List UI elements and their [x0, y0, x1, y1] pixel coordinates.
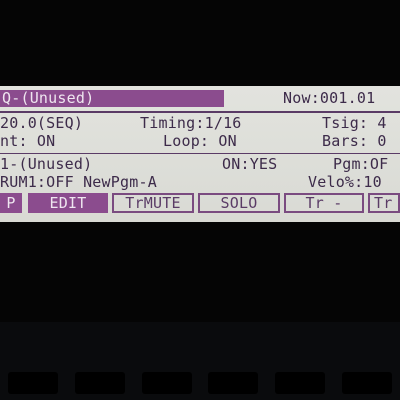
count-field[interactable]: nt: ON [0, 133, 55, 150]
hardware-button[interactable] [274, 372, 325, 394]
velocity-field[interactable]: Velo%:10 [308, 174, 382, 191]
bars-field[interactable]: Bars: 0 [322, 133, 387, 150]
divider [0, 153, 400, 154]
hardware-button[interactable] [208, 372, 259, 394]
hardware-button[interactable] [141, 372, 192, 394]
loop-field[interactable]: Loop: ON [163, 133, 237, 150]
sequence-row: Q-(Unused) Now:001.01 [0, 90, 400, 108]
softkey-solo[interactable]: SOLO [198, 193, 280, 213]
softkey-step[interactable]: P [0, 193, 22, 213]
track-name-field[interactable]: 1-(Unused) [0, 156, 92, 173]
hardware-button[interactable] [341, 372, 392, 394]
track-row: 1-(Unused) ON:YES Pgm:OF [0, 156, 400, 174]
program-field[interactable]: Pgm:OF [333, 156, 388, 173]
drum-row: RUM1:OFF NewPgm-A Velo%:10 [0, 174, 400, 192]
hardware-button[interactable] [74, 372, 125, 394]
divider [0, 111, 400, 113]
softkey-track-next[interactable]: Tr [368, 193, 400, 213]
now-position: Now:001.01 [283, 89, 376, 107]
sequence-name-field[interactable]: Q-(Unused) [0, 90, 224, 107]
soft-key-bar: P EDIT TrMUTE SOLO Tr - Tr [0, 193, 400, 215]
timing-field[interactable]: Timing:1/16 [140, 115, 242, 132]
tempo-field[interactable]: 20.0(SEQ) [0, 115, 83, 132]
hardware-button-row [0, 372, 400, 400]
tsig-field[interactable]: Tsig: 4 [322, 115, 387, 132]
hardware-button[interactable] [8, 372, 59, 394]
softkey-track-mute[interactable]: TrMUTE [112, 193, 194, 213]
softkey-track-prev[interactable]: Tr - [284, 193, 364, 213]
loop-row: nt: ON Loop: ON Bars: 0 [0, 133, 400, 151]
drum-program-field[interactable]: RUM1:OFF NewPgm-A [0, 174, 157, 191]
lcd-screen: Q-(Unused) Now:001.01 20.0(SEQ) Timing:1… [0, 86, 400, 222]
track-on-field[interactable]: ON:YES [222, 156, 277, 173]
softkey-edit[interactable]: EDIT [28, 193, 108, 213]
tempo-row: 20.0(SEQ) Timing:1/16 Tsig: 4 [0, 115, 400, 133]
